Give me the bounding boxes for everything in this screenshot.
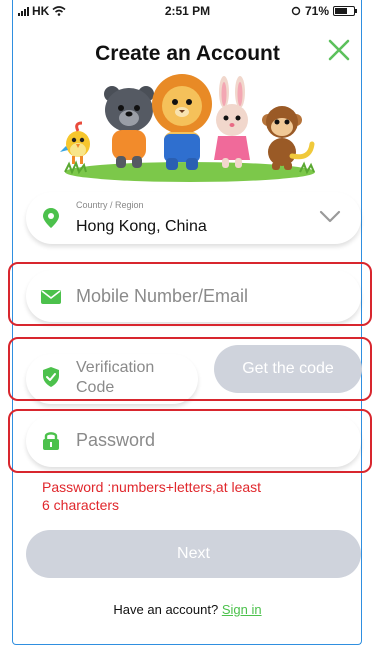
lion-mascot — [152, 74, 212, 170]
password-hint-line2: 6 characters — [42, 497, 120, 513]
have-account-row: Have an account? Sign in — [0, 602, 375, 617]
status-bar: HK 2:51 PM 71% — [0, 0, 375, 22]
close-icon[interactable] — [323, 34, 355, 66]
password-hint: Password :numbers+letters,at least 6 cha… — [42, 478, 312, 514]
bird-mascot — [60, 121, 90, 164]
next-button[interactable]: Next — [26, 530, 361, 578]
monkey-mascot — [262, 106, 315, 170]
animal-mascots-illustration — [60, 74, 315, 182]
status-right: 71% — [291, 4, 357, 18]
sign-in-link[interactable]: Sign in — [222, 602, 262, 617]
bear-mascot — [104, 86, 154, 168]
mobile-email-highlight — [8, 262, 372, 326]
country-selector[interactable]: Country / Region Hong Kong, China — [26, 192, 361, 244]
battery-percent: 71% — [304, 4, 329, 18]
battery-icon — [333, 6, 357, 16]
page-title: Create an Account — [95, 42, 280, 65]
location-pin-icon — [43, 208, 59, 228]
country-region-label: Country / Region — [76, 200, 144, 210]
verification-highlight — [8, 337, 372, 401]
rabbit-mascot — [214, 76, 250, 168]
password-hint-line1: Password :numbers+letters,at least — [42, 479, 262, 495]
country-region-value: Hong Kong, China — [76, 218, 207, 235]
password-highlight — [8, 409, 372, 473]
chevron-down-icon[interactable] — [319, 210, 341, 224]
have-account-text: Have an account? — [113, 602, 219, 617]
orientation-lock-icon — [291, 6, 301, 16]
